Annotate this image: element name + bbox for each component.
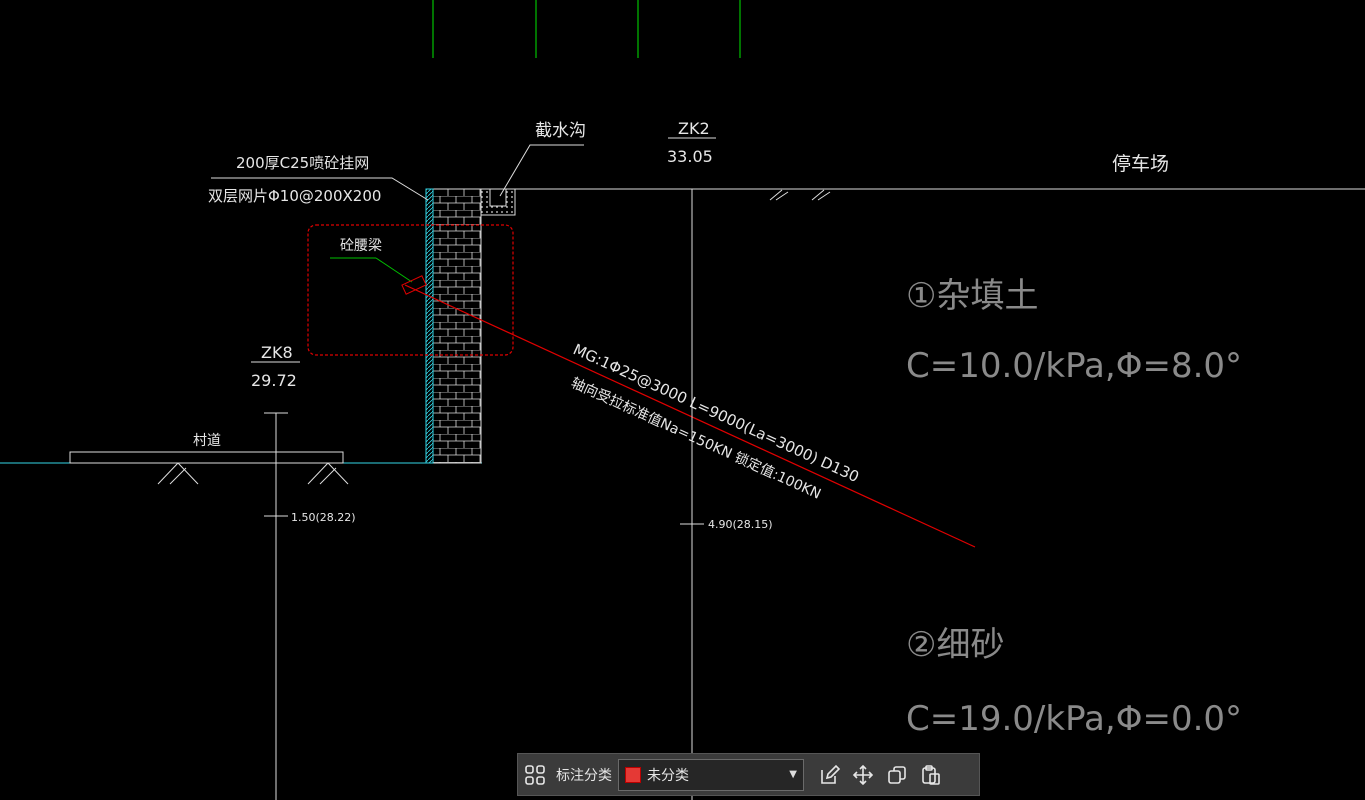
anchor-spec: MG:1Φ25@3000 L=9000(La=3000) D130: [570, 340, 861, 486]
layer2-params: C=19.0/kPa,Φ=0.0°: [906, 699, 1242, 739]
zk2-name: ZK2: [678, 119, 710, 138]
shotcrete-label: 200厚C25喷砼挂网: [236, 154, 369, 172]
anchor-rod: [401, 275, 976, 548]
village-road-label: 村道: [193, 433, 221, 449]
depth-zk2: 4.90(28.15): [708, 518, 773, 531]
grid-icon[interactable]: [518, 758, 552, 792]
zk2-elevation: 33.05: [667, 147, 713, 166]
revision-cloud[interactable]: [307, 224, 514, 356]
category-color-swatch: [625, 766, 641, 783]
borehole-lines: [264, 189, 704, 800]
category-select-value: 未分类: [647, 767, 689, 784]
village-road: [69, 451, 349, 485]
layer1-params: C=10.0/kPa,Φ=8.0°: [906, 346, 1242, 386]
ground-lines: [0, 188, 1365, 464]
zk8-name: ZK8: [261, 343, 293, 362]
parking-label: 停车场: [1112, 153, 1169, 175]
edit-icon[interactable]: [812, 758, 846, 792]
cad-drawing[interactable]: 200厚C25喷砼挂网 双层网片Φ10@200X200 砼腰梁 截水沟 ZK2 …: [0, 0, 1365, 800]
mesh-label: 双层网片Φ10@200X200: [208, 187, 381, 205]
zk8-elevation: 29.72: [251, 371, 297, 390]
depth-zk8: 1.50(28.22): [291, 511, 356, 524]
category-select[interactable]: 未分类 ▼: [618, 758, 804, 791]
chevron-down-icon: ▼: [789, 769, 797, 780]
brick-wall: [432, 188, 482, 464]
waist-beam-leader: [330, 257, 413, 283]
annotation-toolbar: 标注分类 未分类 ▼: [517, 753, 980, 796]
copy-icon[interactable]: [880, 758, 914, 792]
paste-icon[interactable]: [914, 758, 948, 792]
cutoff-ditch-label: 截水沟: [535, 121, 586, 141]
cutoff-ditch: [480, 188, 516, 216]
layer2-name: ②细砂: [906, 625, 1004, 665]
layer1-name: ①杂填土: [906, 276, 1038, 316]
shotcrete-layer: [425, 188, 434, 464]
grid-lines-green: [432, 0, 741, 58]
move-icon[interactable]: [846, 758, 880, 792]
waist-beam-label: 砼腰梁: [340, 238, 382, 254]
category-label: 标注分类: [556, 767, 612, 784]
